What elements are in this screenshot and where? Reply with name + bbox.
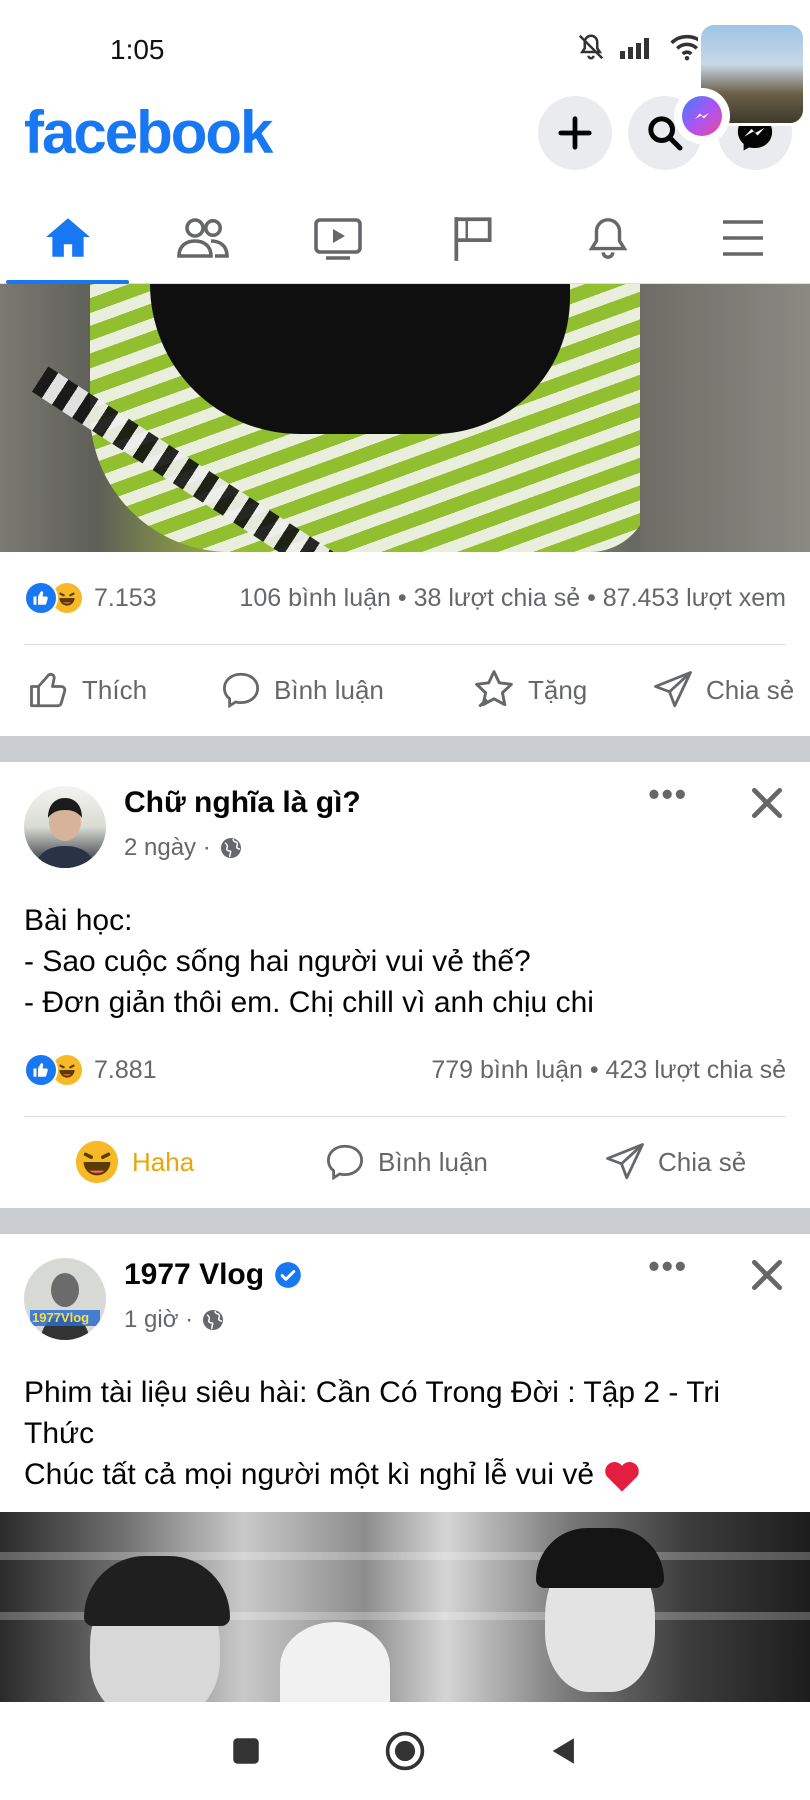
reaction-icons[interactable] xyxy=(24,581,84,615)
photo-person-right-hair xyxy=(536,1528,664,1588)
comment-label: Bình luận xyxy=(274,674,384,705)
post-separator xyxy=(0,736,810,762)
facebook-logo[interactable]: facebook xyxy=(24,98,273,167)
heart-icon xyxy=(605,1461,639,1492)
like-reaction-icon xyxy=(24,1053,58,1087)
post2-avatar[interactable] xyxy=(24,786,106,868)
post3-avatar[interactable]: 1977Vlog xyxy=(24,1258,106,1340)
close-icon xyxy=(751,1259,783,1291)
signal-icon xyxy=(620,38,649,59)
home-nav-icon[interactable] xyxy=(383,1729,427,1773)
comment-label: Bình luận xyxy=(378,1146,488,1177)
haha-label: Haha xyxy=(132,1146,195,1177)
post1-stats: 7.153 106 bình luận • 38 lượt chia sẻ • … xyxy=(24,568,786,628)
share-icon xyxy=(606,1143,644,1180)
recents-icon[interactable] xyxy=(229,1734,263,1768)
divider xyxy=(24,644,786,645)
post2-text-line: Bài học: xyxy=(24,904,133,937)
post2-more-button[interactable]: ••• xyxy=(648,776,688,813)
haha-button[interactable]: Haha xyxy=(74,1139,194,1185)
watch-icon xyxy=(313,217,362,260)
post2-text-line: - Đơn giản thôi em. Chị chill vì anh chị… xyxy=(24,986,594,1019)
share-label: Chia sẻ xyxy=(706,674,795,705)
post3-time[interactable]: 1 giờ · xyxy=(124,1306,193,1334)
post2-engagement[interactable]: 779 bình luận • 423 lượt chia sẻ xyxy=(431,1056,786,1085)
globe-icon xyxy=(220,838,241,858)
post3-text-line: Chúc tất cả mọi người một kì nghỉ lễ vui… xyxy=(24,1458,594,1491)
post1-actions: Thích Bình luận Tặng Chia sẻ xyxy=(0,650,810,730)
post2-hide-button[interactable] xyxy=(748,784,786,827)
status-bar: 1:05 42 xyxy=(0,0,810,100)
share-label: Chia sẻ xyxy=(658,1146,747,1177)
friends-icon xyxy=(176,217,229,258)
reaction-count[interactable]: 7.153 xyxy=(94,584,157,613)
globe-icon xyxy=(203,1310,224,1330)
post3-more-button[interactable]: ••• xyxy=(648,1248,688,1285)
post3-photo[interactable] xyxy=(0,1512,810,1702)
tab-notifications[interactable] xyxy=(540,192,675,283)
tab-pages[interactable] xyxy=(405,192,540,283)
divider xyxy=(24,1116,786,1117)
comment-button[interactable]: Bình luận xyxy=(324,1141,488,1183)
gift-label: Tặng xyxy=(528,674,588,705)
post3-author-row: 1977 Vlog xyxy=(124,1258,302,1292)
reaction-icons[interactable] xyxy=(24,1053,84,1087)
like-button[interactable]: Thích xyxy=(28,669,147,711)
post2-author[interactable]: Chữ nghĩa là gì? xyxy=(124,786,361,820)
post-separator xyxy=(0,1208,810,1234)
close-icon xyxy=(751,787,783,819)
comment-icon xyxy=(222,672,260,709)
tab-friends[interactable] xyxy=(135,192,270,283)
gift-button[interactable]: Tặng xyxy=(472,668,587,712)
post1-video[interactable] xyxy=(0,284,810,552)
bell-icon xyxy=(588,217,627,259)
post1-engagement[interactable]: 106 bình luận • 38 lượt chia sẻ • 87.453… xyxy=(239,584,786,613)
post3-meta: 1 giờ · xyxy=(124,1306,225,1334)
like-label: Thích xyxy=(82,674,148,705)
post3-text-line-row: Chúc tất cả mọi người một kì nghỉ lễ vui… xyxy=(24,1454,786,1495)
reaction-count[interactable]: 7.881 xyxy=(94,1056,157,1085)
share-button[interactable]: Chia sẻ xyxy=(604,1141,746,1183)
post3-avatar-text: 1977Vlog xyxy=(32,1310,90,1325)
post3-text-line: Thức xyxy=(24,1417,95,1450)
flag-icon xyxy=(453,216,492,261)
system-nav-bar xyxy=(0,1702,810,1800)
status-time: 1:05 xyxy=(110,34,165,65)
plus-icon xyxy=(558,116,592,150)
like-reaction-icon xyxy=(24,581,58,615)
star-gift-icon xyxy=(475,670,513,708)
post3-author[interactable]: 1977 Vlog xyxy=(124,1258,264,1292)
like-icon xyxy=(30,672,67,708)
photo-lamp xyxy=(280,1622,390,1702)
comment-button[interactable]: Bình luận xyxy=(220,669,384,711)
home-icon xyxy=(45,217,90,257)
post2-actions: Haha Bình luận Chia sẻ xyxy=(0,1122,810,1202)
share-button[interactable]: Chia sẻ xyxy=(652,669,794,711)
photo-person-left-hair xyxy=(84,1556,230,1626)
messenger-icon xyxy=(695,113,709,119)
post2-meta: 2 ngày · xyxy=(124,834,243,862)
post2-text: Bài học: - Sao cuộc sống hai người vui v… xyxy=(24,900,786,1023)
post2-time[interactable]: 2 ngày · xyxy=(124,834,211,862)
main-tabs xyxy=(0,192,810,284)
chat-head-messenger-badge xyxy=(674,88,730,144)
comment-icon xyxy=(326,1144,364,1181)
menu-icon xyxy=(722,219,763,256)
post2-text-line: - Sao cuộc sống hai người vui vẻ thế? xyxy=(24,945,531,978)
mute-icon xyxy=(578,34,604,60)
verified-icon xyxy=(275,1262,301,1288)
post2-stats: 7.881 779 bình luận • 423 lượt chia sẻ xyxy=(24,1040,786,1100)
post3-text-line: Phim tài liệu siêu hài: Cần Có Trong Đời… xyxy=(24,1376,721,1409)
tab-home[interactable] xyxy=(0,192,135,284)
create-button[interactable] xyxy=(538,96,612,170)
photo-shelf xyxy=(0,1552,810,1560)
tab-menu[interactable] xyxy=(675,192,810,283)
post1-video-seat xyxy=(640,284,810,552)
post3-text: Phim tài liệu siêu hài: Cần Có Trong Đời… xyxy=(24,1372,786,1495)
share-icon xyxy=(654,671,692,708)
post3-hide-button[interactable] xyxy=(748,1256,786,1299)
tab-watch[interactable] xyxy=(270,192,405,283)
haha-icon xyxy=(75,1140,119,1184)
back-icon[interactable] xyxy=(547,1734,581,1768)
